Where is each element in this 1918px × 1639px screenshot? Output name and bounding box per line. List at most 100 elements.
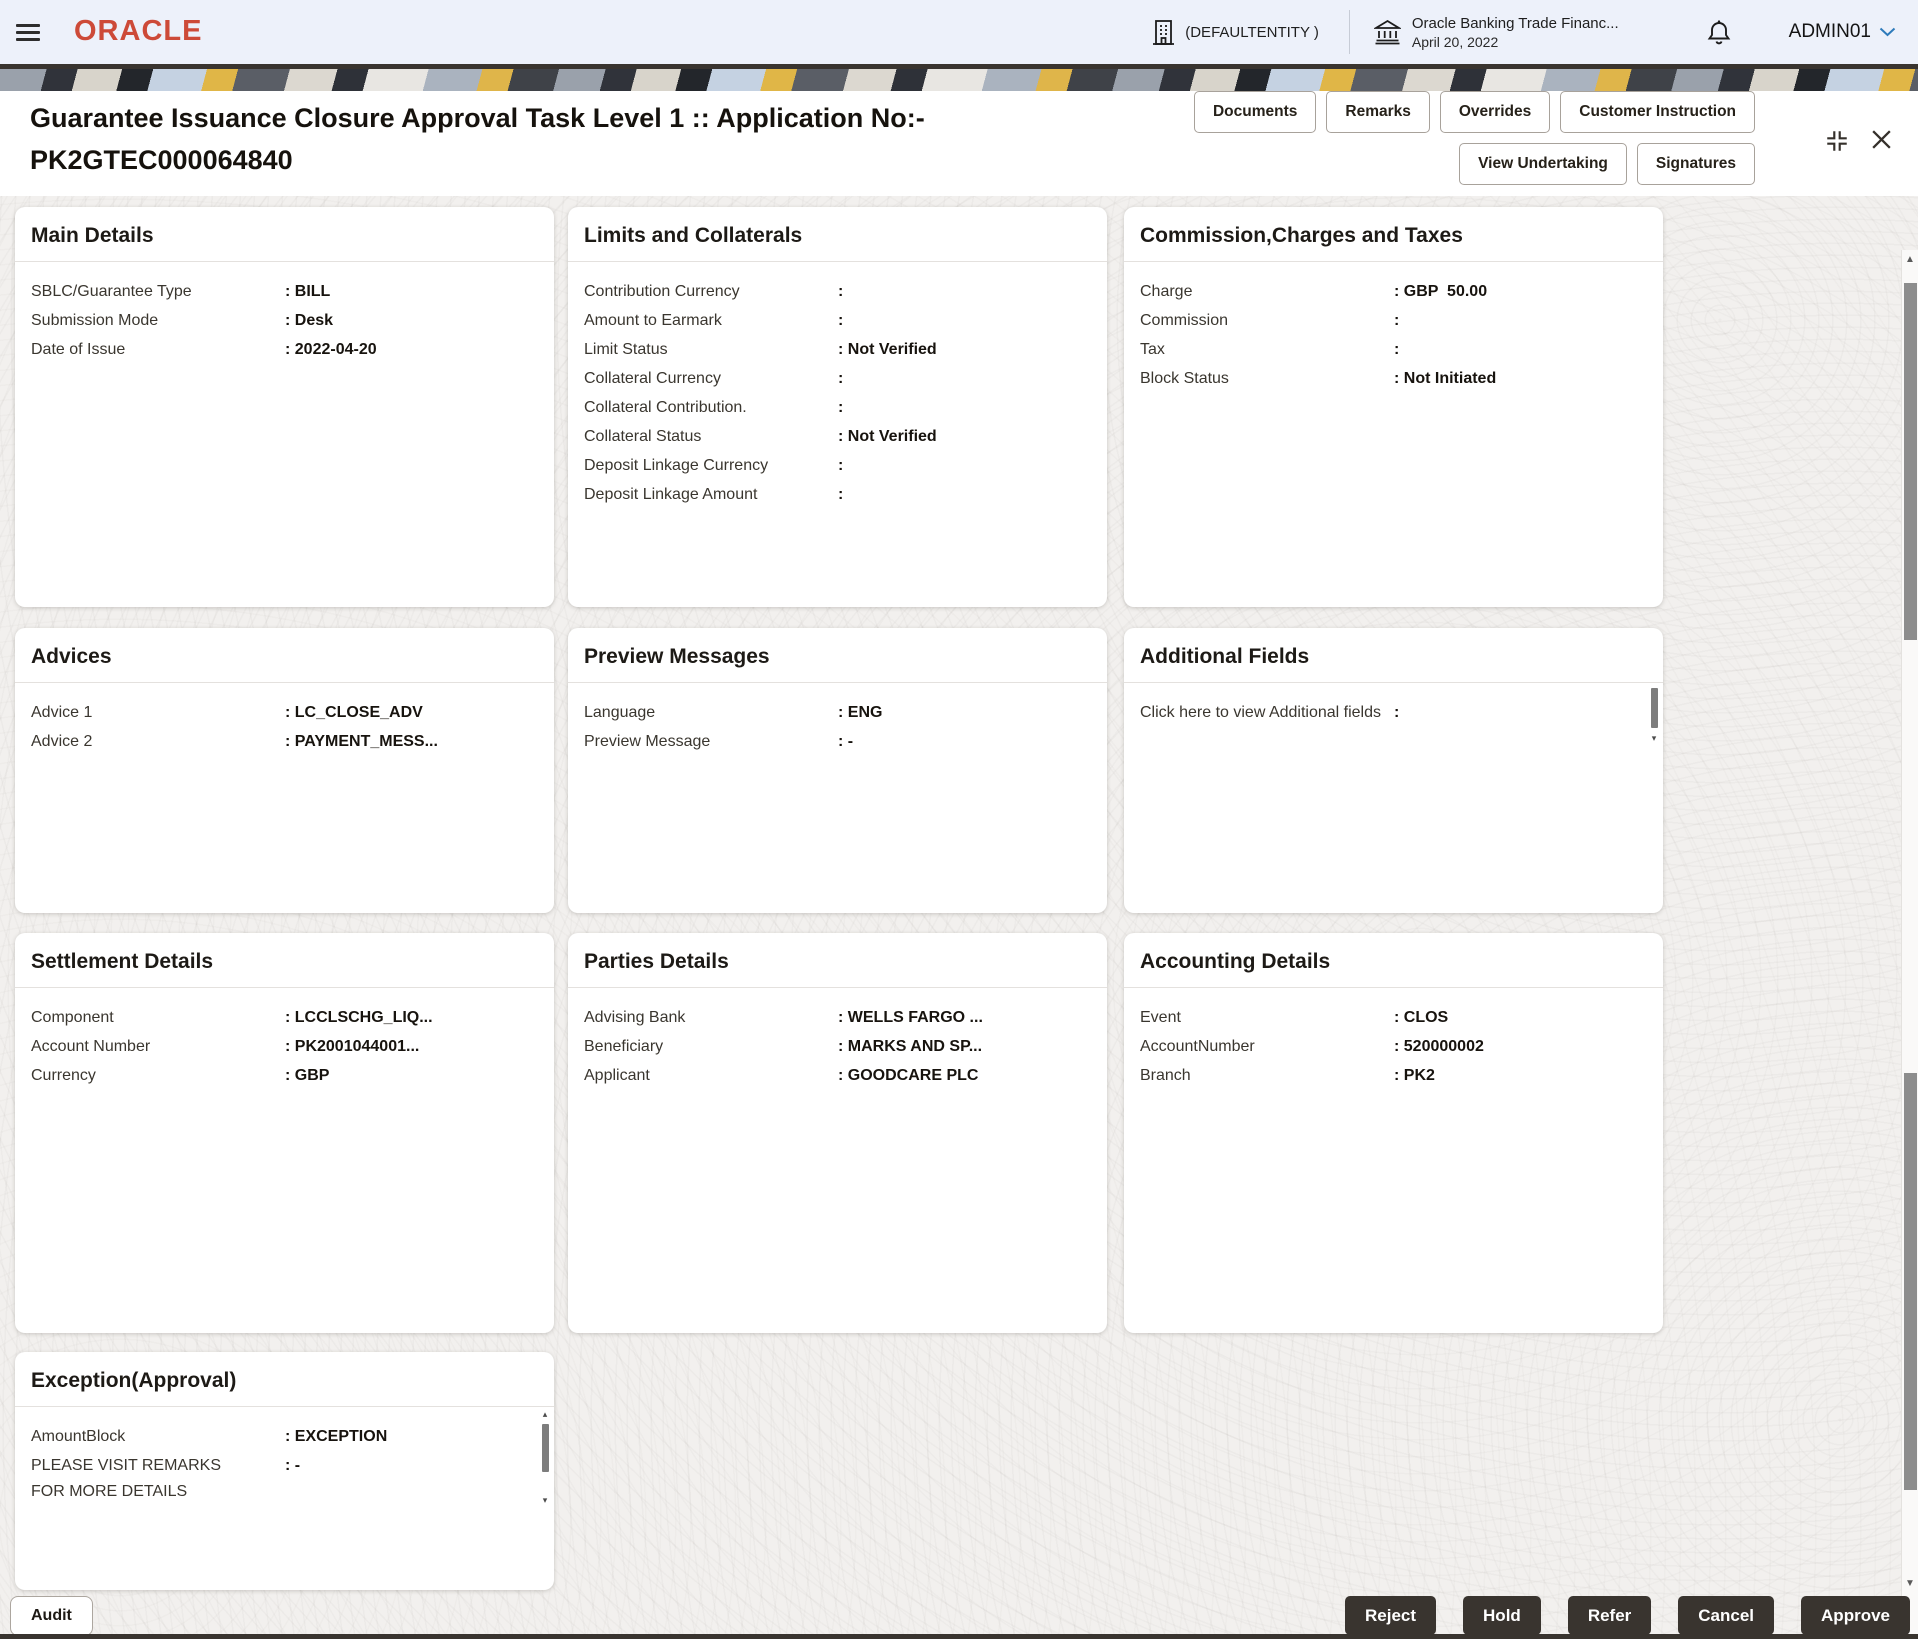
field-value: [1394, 698, 1635, 726]
field-label: Applicant: [584, 1061, 838, 1089]
field-row: Collateral StatusNot Verified: [584, 422, 1091, 451]
field-label: Contribution Currency: [584, 277, 838, 305]
card-exception-approval: Exception(Approval) AmountBlockEXCEPTION…: [15, 1352, 554, 1590]
card-parties-details: Parties Details Advising BankWELLS FARGO…: [568, 933, 1107, 1333]
card-title: Limits and Collaterals: [568, 207, 1107, 262]
username: ADMIN01: [1789, 21, 1871, 43]
scrollbar-thumb[interactable]: [542, 1424, 549, 1472]
card-scrollbar[interactable]: ▾: [1649, 686, 1659, 766]
app-date: April 20, 2022: [1412, 34, 1619, 50]
scroll-down-icon[interactable]: ▾: [1649, 734, 1659, 743]
customer-instruction-button[interactable]: Customer Instruction: [1560, 91, 1755, 133]
entity-selector[interactable]: (DEFAULTENTITY ): [1152, 19, 1319, 46]
field-row: Advice 1LC_CLOSE_ADV: [31, 698, 538, 727]
remarks-button[interactable]: Remarks: [1326, 91, 1430, 133]
field-row: Submission ModeDesk: [31, 306, 538, 335]
page-title-line2: PK2GTEC000064840: [30, 139, 925, 181]
card-additional-fields: Additional Fields Click here to view Add…: [1124, 628, 1663, 913]
scroll-down-icon[interactable]: ▾: [540, 1496, 550, 1505]
field-label: Collateral Contribution.: [584, 393, 838, 421]
field-row: Date of Issue2022-04-20: [31, 335, 538, 364]
field-value: GBP: [285, 1061, 538, 1089]
field-row: Advice 2PAYMENT_MESS...: [31, 727, 538, 756]
entity-label: (DEFAULTENTITY ): [1185, 24, 1319, 41]
field-row: Collateral Currency: [584, 364, 1091, 393]
scroll-down-icon[interactable]: ▼: [1904, 1578, 1916, 1589]
card-title: Exception(Approval): [15, 1352, 554, 1407]
field-label: AccountNumber: [1140, 1032, 1394, 1060]
field-label: Beneficiary: [584, 1032, 838, 1060]
card-title: Advices: [15, 628, 554, 683]
scrollbar-thumb[interactable]: [1904, 283, 1917, 640]
field-value: -: [285, 1451, 526, 1479]
cancel-button[interactable]: Cancel: [1678, 1596, 1774, 1635]
scrollbar-thumb[interactable]: [1651, 688, 1658, 728]
building-icon: [1152, 19, 1175, 46]
field-row: SBLC/Guarantee TypeBILL: [31, 277, 538, 306]
field-value: GBP 50.00: [1394, 277, 1647, 305]
field-value: CLOS: [1394, 1003, 1647, 1031]
field-label: Limit Status: [584, 335, 838, 363]
collapse-icon[interactable]: [1824, 128, 1850, 154]
overrides-button[interactable]: Overrides: [1440, 91, 1550, 133]
notifications-bell-icon[interactable]: [1707, 19, 1731, 46]
field-value: [838, 364, 1091, 392]
close-icon[interactable]: [1869, 127, 1894, 152]
field-row: CurrencyGBP: [31, 1061, 538, 1090]
field-row: Preview Message-: [584, 727, 1091, 756]
field-label: Event: [1140, 1003, 1394, 1031]
approve-button[interactable]: Approve: [1801, 1596, 1910, 1635]
hamburger-menu-icon[interactable]: [16, 20, 42, 42]
refer-button[interactable]: Refer: [1568, 1596, 1651, 1635]
user-menu[interactable]: ADMIN01: [1789, 21, 1896, 43]
app-title: Oracle Banking Trade Financ...: [1412, 15, 1619, 32]
reject-button[interactable]: Reject: [1345, 1596, 1436, 1635]
audit-button[interactable]: Audit: [10, 1596, 93, 1636]
view-undertaking-button[interactable]: View Undertaking: [1459, 143, 1627, 185]
bank-icon: [1374, 19, 1401, 45]
field-value: [838, 277, 1091, 305]
field-row: ChargeGBP 50.00: [1140, 277, 1647, 306]
card-scrollbar[interactable]: ▴ ▾: [540, 1410, 550, 1510]
page-scrollbar[interactable]: ▲ ▼: [1901, 250, 1918, 1639]
field-label: Language: [584, 698, 838, 726]
field-value: [1394, 306, 1647, 334]
field-value: LCCLSCHG_LIQ...: [285, 1003, 538, 1031]
card-title: Preview Messages: [568, 628, 1107, 683]
field-value: 2022-04-20: [285, 335, 538, 363]
card-title: Additional Fields: [1124, 628, 1663, 683]
field-label: Date of Issue: [31, 335, 285, 363]
scrollbar-thumb[interactable]: [1904, 1073, 1917, 1490]
additional-fields-link[interactable]: Click here to view Additional fields: [1140, 698, 1394, 726]
field-row: ApplicantGOODCARE PLC: [584, 1061, 1091, 1090]
signatures-button[interactable]: Signatures: [1637, 143, 1755, 185]
field-row: EventCLOS: [1140, 1003, 1647, 1032]
page-title-line1: Guarantee Issuance Closure Approval Task…: [30, 97, 925, 139]
field-row: Deposit Linkage Amount: [584, 480, 1091, 509]
field-value: [838, 393, 1091, 421]
card-title: Commission,Charges and Taxes: [1124, 207, 1663, 262]
field-row: BeneficiaryMARKS AND SP...: [584, 1032, 1091, 1061]
field-label: Amount to Earmark: [584, 306, 838, 334]
field-row: Advising BankWELLS FARGO ...: [584, 1003, 1091, 1032]
hold-button[interactable]: Hold: [1463, 1596, 1541, 1635]
field-label: Component: [31, 1003, 285, 1031]
card-main-details: Main Details SBLC/Guarantee TypeBILL Sub…: [15, 207, 554, 607]
field-value: PK2001044001...: [285, 1032, 538, 1060]
app-info[interactable]: Oracle Banking Trade Financ... April 20,…: [1374, 15, 1619, 50]
scroll-up-icon[interactable]: ▴: [540, 1410, 550, 1419]
field-value: [1394, 335, 1647, 363]
field-label: Collateral Currency: [584, 364, 838, 392]
field-label: Preview Message: [584, 727, 838, 755]
field-row: Commission: [1140, 306, 1647, 335]
field-row: Collateral Contribution.: [584, 393, 1091, 422]
card-limits-collaterals: Limits and Collaterals Contribution Curr…: [568, 207, 1107, 607]
field-label: Branch: [1140, 1061, 1394, 1089]
field-row: Tax: [1140, 335, 1647, 364]
scroll-up-icon[interactable]: ▲: [1904, 254, 1916, 265]
field-value: [838, 306, 1091, 334]
documents-button[interactable]: Documents: [1194, 91, 1316, 133]
field-value: Desk: [285, 306, 538, 334]
field-value: 520000002: [1394, 1032, 1647, 1060]
field-label: Advice 2: [31, 727, 285, 755]
